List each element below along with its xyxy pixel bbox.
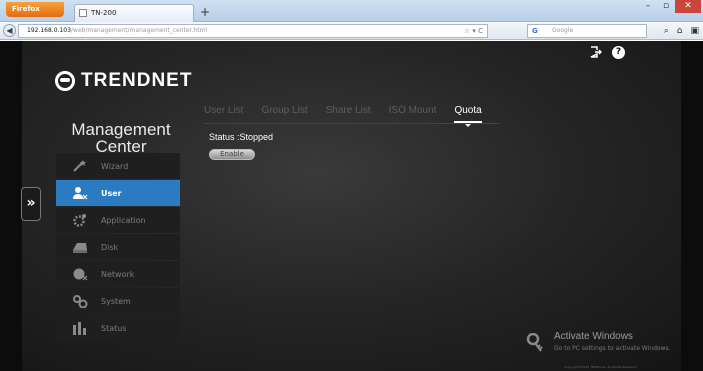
tab-iso-mount[interactable]: ISO Mount: [389, 104, 437, 123]
quota-status-text: Status :Stopped: [209, 132, 274, 142]
logo-text: TRENDNET: [81, 70, 193, 91]
sidebar-item-label: Disk: [101, 242, 119, 252]
management-page: » TRENDNET ? Management Center Wizard Us…: [0, 41, 703, 371]
trendnet-logo-icon: [55, 71, 75, 91]
user-icon: [73, 187, 88, 200]
sidebar-item-system[interactable]: System: [56, 288, 180, 314]
tab-favicon-icon: [79, 9, 87, 17]
magnifier-icon[interactable]: ⌕: [664, 25, 669, 37]
sidebar: Wizard User Application Disk Network Sys…: [56, 153, 180, 342]
network-icon: [73, 268, 88, 281]
watermark-subtitle: Go to PC settings to activate Windows.: [554, 345, 671, 352]
sidebar-item-disk[interactable]: Disk: [56, 234, 180, 260]
sidebar-item-label: User: [101, 188, 122, 198]
bookmark-icon[interactable]: ▣: [690, 25, 699, 37]
close-icon[interactable]: ✕: [675, 0, 701, 13]
wizard-icon: [73, 160, 86, 172]
sidebar-item-label: Wizard: [101, 161, 129, 171]
minimize-icon[interactable]: –: [639, 0, 657, 13]
url-controls[interactable]: ☆ ▾ C: [464, 25, 483, 37]
top-icons: ?: [590, 46, 625, 59]
home-icon[interactable]: ⌂: [677, 25, 683, 37]
sidebar-item-wizard[interactable]: Wizard: [56, 153, 180, 179]
address-bar[interactable]: 192.168.0.103/web/management/management_…: [18, 24, 488, 38]
tab-quota[interactable]: Quota: [454, 104, 482, 127]
application-icon: [73, 214, 86, 227]
sidebar-item-label: Network: [101, 269, 135, 279]
sidebar-item-status[interactable]: Status: [56, 315, 180, 341]
search-placeholder: Google: [552, 27, 574, 34]
sidebar-item-label: System: [101, 296, 131, 306]
copyright-text: Copyright©2013 TRENDnet. All Rights Rese…: [564, 365, 638, 369]
status-icon: [73, 322, 86, 335]
window-controls: – ▫ ✕: [639, 0, 701, 14]
search-field[interactable]: G Google: [527, 24, 647, 38]
tab-bar: User List Group List Share List ISO Moun…: [204, 104, 500, 127]
left-gutter: [0, 41, 22, 371]
tab-group-list[interactable]: Group List: [261, 104, 307, 123]
tab-user-list[interactable]: User List: [204, 104, 243, 123]
expand-panel-button[interactable]: »: [21, 187, 41, 221]
browser-navbar: ◀ 192.168.0.103/web/management/managemen…: [0, 22, 703, 40]
back-arrow-icon[interactable]: ◀: [3, 24, 16, 37]
google-icon: G: [532, 27, 538, 35]
sidebar-item-label: Application: [101, 215, 146, 225]
sidebar-item-label: Status: [101, 323, 127, 333]
maximize-icon[interactable]: ▫: [657, 0, 675, 13]
url-host: 192.168.0.103: [27, 27, 71, 34]
browser-tab[interactable]: TN-200: [74, 4, 194, 22]
help-icon[interactable]: ?: [612, 46, 625, 59]
tab-share-list[interactable]: Share List: [326, 104, 371, 123]
sidebar-item-network[interactable]: Network: [56, 261, 180, 287]
new-tab-button[interactable]: +: [198, 5, 212, 19]
tab-divider: [204, 123, 499, 124]
browser-toolbar-icons: ⌕ ⌂ ▣: [664, 25, 699, 37]
disk-icon: [73, 243, 87, 253]
browser-titlebar: Firefox TN-200 + – ▫ ✕: [0, 0, 703, 22]
logout-icon[interactable]: [590, 46, 602, 58]
firefox-menu-button[interactable]: Firefox: [6, 2, 64, 17]
watermark-title: Activate Windows: [554, 331, 633, 342]
sidebar-item-application[interactable]: Application: [56, 207, 180, 233]
url-path: /web/management/management_center.html: [70, 27, 208, 34]
system-icon: [73, 295, 88, 308]
browser-tab-title: TN-200: [91, 9, 117, 17]
page-title: Management Center: [71, 120, 171, 156]
sidebar-item-user[interactable]: User: [56, 180, 180, 206]
trendnet-logo: TRENDNET: [55, 70, 192, 92]
enable-button[interactable]: Enable: [209, 149, 255, 160]
key-icon: [526, 333, 543, 352]
right-gutter: [681, 41, 703, 371]
